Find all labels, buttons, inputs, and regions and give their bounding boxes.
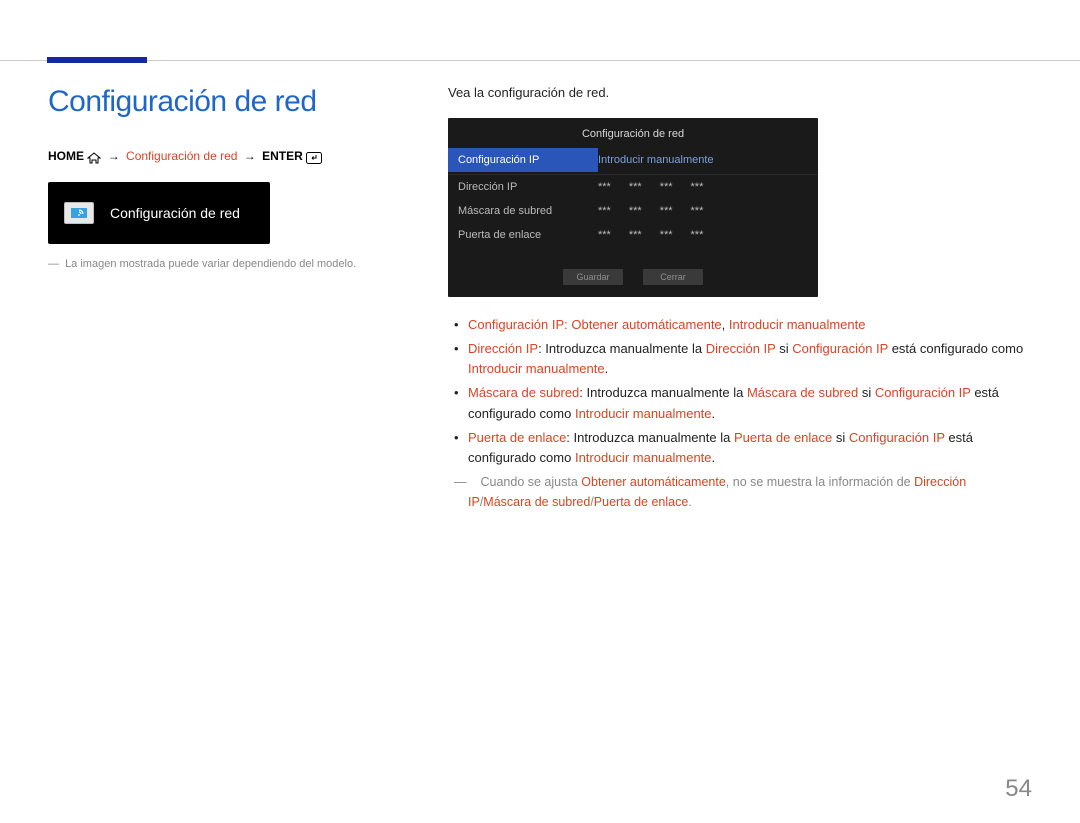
tv-row-ipconfig: Configuración IP Introducir manualmente	[448, 148, 818, 172]
enter-icon	[306, 150, 322, 164]
widget-label: Configuración de red	[110, 205, 240, 221]
tv-row-label: Máscara de subred	[448, 199, 598, 223]
image-disclaimer: ― La imagen mostrada puede variar depend…	[48, 258, 418, 270]
tv-row-value: *** *** *** ***	[598, 175, 818, 199]
bullet-ipconfig: Configuración IP: Obtener automáticament…	[448, 315, 1032, 335]
breadcrumb-step: Configuración de red	[126, 149, 237, 163]
network-config-widget: Configuración de red	[48, 182, 270, 244]
tv-buttons: Guardar Cerrar	[448, 269, 818, 285]
tv-row-gateway: Puerta de enlace *** *** *** ***	[448, 223, 818, 247]
tv-save-button[interactable]: Guardar	[563, 269, 623, 285]
note-auto: ―Cuando se ajusta Obtener automáticament…	[448, 472, 1032, 512]
bullet-ip: Dirección IP: Introduzca manualmente la …	[448, 339, 1032, 379]
tv-close-button[interactable]: Cerrar	[643, 269, 703, 285]
bullet-mask: Máscara de subred: Introduzca manualment…	[448, 383, 1032, 423]
tv-row-value: *** *** *** ***	[598, 223, 818, 247]
tv-row-value: Introducir manualmente	[598, 148, 818, 172]
right-column: Vea la configuración de red. Configuraci…	[418, 85, 1032, 512]
intro-text: Vea la configuración de red.	[448, 85, 1032, 100]
breadcrumb-enter: ENTER	[262, 149, 303, 163]
page-number: 54	[1005, 775, 1032, 803]
breadcrumb: HOME → Configuración de red → ENTER	[48, 149, 418, 164]
tv-row-mask: Máscara de subred *** *** *** ***	[448, 199, 818, 223]
tv-row-label: Puerta de enlace	[448, 223, 598, 247]
tv-screenshot: Configuración de red Configuración IP In…	[448, 118, 818, 297]
home-icon	[87, 150, 101, 164]
dash-icon: ―	[48, 258, 59, 270]
tv-title: Configuración de red	[448, 118, 818, 148]
arrow-icon: →	[241, 149, 259, 163]
tv-row-label: Configuración IP	[448, 148, 598, 172]
tv-row-ip: Dirección IP *** *** *** ***	[448, 175, 818, 199]
bullet-list: Configuración IP: Obtener automáticament…	[448, 315, 1032, 468]
image-disclaimer-text: La imagen mostrada puede variar dependie…	[65, 258, 356, 270]
laptop-icon	[64, 202, 94, 224]
accent-bar	[47, 57, 147, 63]
dash-icon: ―	[454, 475, 467, 489]
arrow-icon: →	[105, 149, 123, 163]
bullet-gateway: Puerta de enlace: Introduzca manualmente…	[448, 428, 1032, 468]
page-title: Configuración de red	[48, 85, 418, 119]
breadcrumb-home: HOME	[48, 149, 84, 163]
content-columns: Configuración de red HOME → Configuració…	[0, 61, 1080, 512]
left-column: Configuración de red HOME → Configuració…	[48, 85, 418, 512]
tv-row-value: *** *** *** ***	[598, 199, 818, 223]
tv-row-label: Dirección IP	[448, 175, 598, 199]
manual-page: Configuración de red HOME → Configuració…	[0, 60, 1080, 823]
